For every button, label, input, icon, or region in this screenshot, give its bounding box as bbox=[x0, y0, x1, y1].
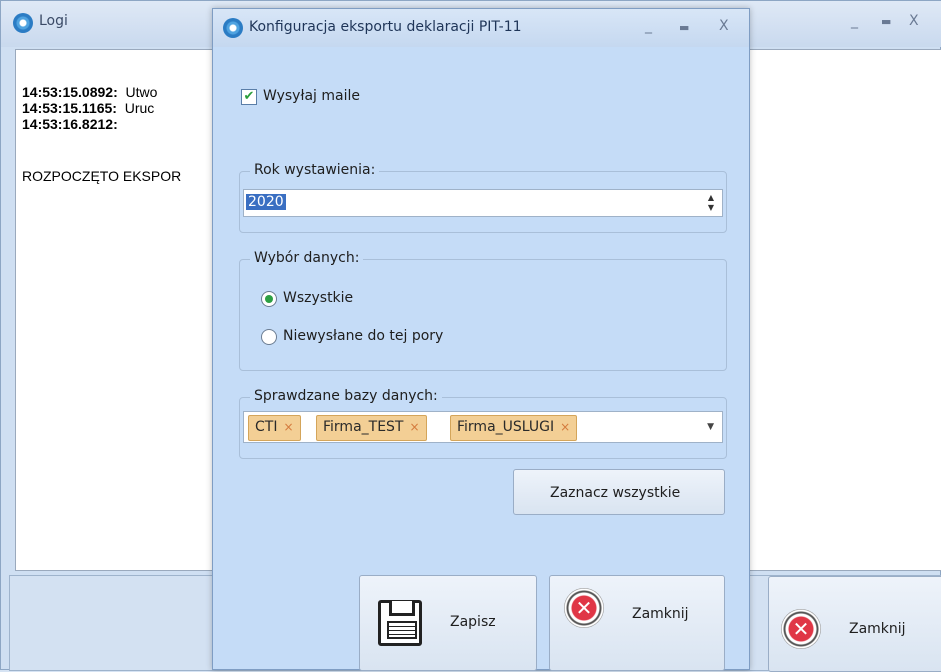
minimize-button[interactable]: _ bbox=[851, 13, 858, 29]
send-mail-label: Wysyłaj maile bbox=[263, 88, 360, 104]
close-window-button[interactable]: X bbox=[909, 13, 919, 29]
radio-all[interactable] bbox=[261, 291, 277, 307]
year-spin-input[interactable]: 2020 ▲ ▼ bbox=[243, 189, 723, 217]
year-group-legend: Rok wystawienia: bbox=[250, 162, 380, 178]
db-token[interactable]: Firma_USLUGI × bbox=[450, 415, 578, 441]
select-all-label: Zaznacz wszystkie bbox=[550, 485, 681, 501]
data-choice-legend: Wybór danych: bbox=[250, 250, 364, 266]
app-icon bbox=[223, 18, 243, 38]
remove-token-icon[interactable]: × bbox=[283, 420, 293, 434]
logs-window-title: Logi bbox=[39, 13, 68, 29]
send-mail-checkbox[interactable]: ✔ bbox=[241, 89, 257, 105]
log-line: 14:53:15.0892: Utwo bbox=[22, 84, 158, 100]
send-mail-checkbox-row[interactable]: ✔ Wysyłaj maile bbox=[241, 87, 381, 107]
year-value: 2020 bbox=[246, 194, 286, 210]
remove-token-icon[interactable]: × bbox=[410, 420, 420, 434]
dialog-titlebar[interactable]: Konfiguracja eksportu deklaracji PIT-11 … bbox=[213, 9, 749, 47]
logs-close-label: Zamknij bbox=[849, 621, 906, 637]
dialog-close-button[interactable]: X bbox=[719, 18, 729, 34]
dropdown-arrow-icon[interactable]: ▼ bbox=[707, 422, 714, 432]
db-token[interactable]: Firma_TEST × bbox=[316, 415, 427, 441]
data-choice-groupbox: Wybór danych: bbox=[239, 250, 727, 371]
radio-unsent-row[interactable]: Niewysłane do tej pory bbox=[261, 327, 521, 347]
export-started-message: ROZPOCZĘTO EKSPOR bbox=[22, 168, 182, 184]
maximize-button[interactable]: ▬ bbox=[881, 15, 891, 28]
log-line: 14:53:15.1165: Uruc bbox=[22, 100, 155, 116]
radio-all-row[interactable]: Wszystkie bbox=[261, 289, 461, 309]
close-circle-icon: ✕ bbox=[781, 609, 821, 649]
remove-token-icon[interactable]: × bbox=[560, 420, 570, 434]
logs-close-button[interactable]: ✕ Zamknij bbox=[768, 576, 941, 672]
db-token[interactable]: CTI × bbox=[248, 415, 301, 441]
dialog-title: Konfiguracja eksportu deklaracji PIT-11 bbox=[249, 19, 522, 35]
spin-down-icon[interactable]: ▼ bbox=[704, 203, 718, 213]
radio-unsent-label: Niewysłane do tej pory bbox=[283, 328, 444, 344]
spin-up-icon[interactable]: ▲ bbox=[704, 193, 718, 203]
pit11-export-dialog: Konfiguracja eksportu deklaracji PIT-11 … bbox=[212, 8, 750, 671]
dialog-minimize-button[interactable]: _ bbox=[645, 18, 652, 34]
app-icon bbox=[13, 13, 33, 33]
databases-tagbox[interactable]: CTI × Firma_TEST × Firma_USLUGI × ▼ bbox=[243, 411, 723, 443]
close-label: Zamknij bbox=[632, 606, 689, 622]
log-line: 14:53:16.8212: bbox=[22, 116, 118, 132]
close-button[interactable]: ✕ Zamknij bbox=[549, 575, 725, 671]
close-circle-icon: ✕ bbox=[564, 588, 604, 628]
floppy-disk-icon bbox=[378, 600, 422, 646]
radio-unsent[interactable] bbox=[261, 329, 277, 345]
save-button[interactable]: Zapisz bbox=[359, 575, 537, 671]
select-all-button[interactable]: Zaznacz wszystkie bbox=[513, 469, 725, 515]
radio-all-label: Wszystkie bbox=[283, 290, 354, 306]
databases-legend: Sprawdzane bazy danych: bbox=[250, 388, 442, 404]
year-spinner[interactable]: ▲ ▼ bbox=[704, 193, 718, 213]
dialog-maximize-button[interactable]: ▬ bbox=[679, 21, 689, 34]
save-label: Zapisz bbox=[450, 614, 496, 630]
